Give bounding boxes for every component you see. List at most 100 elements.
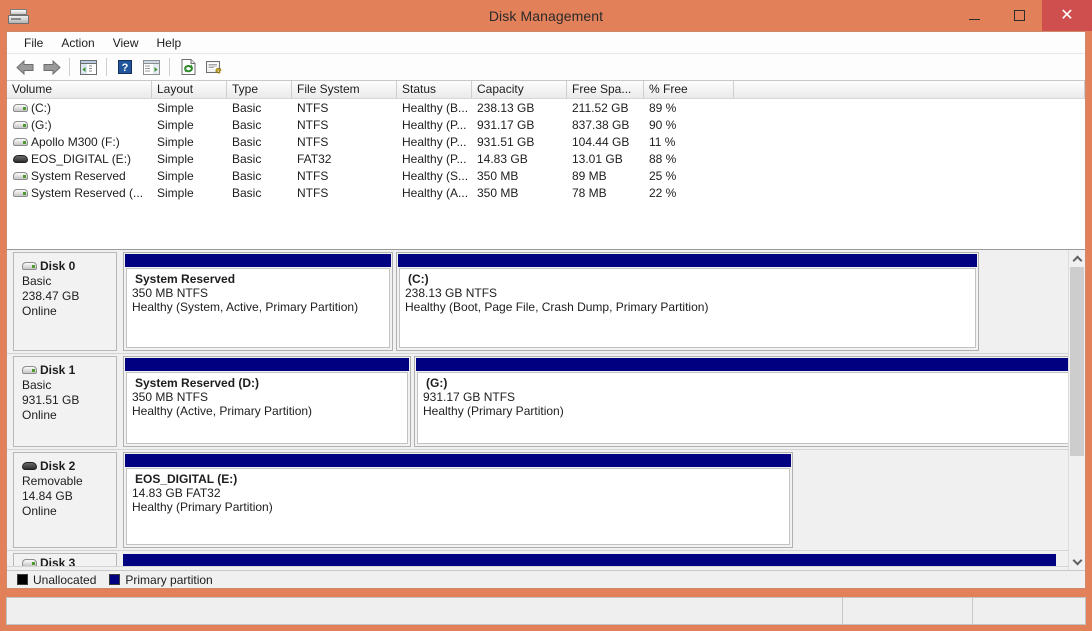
drive-icon <box>13 120 28 130</box>
partition-status: Healthy (Active, Primary Partition) <box>132 404 313 418</box>
disk-state: Online <box>22 504 57 518</box>
toolbar-separator <box>106 58 107 76</box>
disk-row[interactable]: Disk 3 <box>7 551 1068 567</box>
cell-volume: (G:) <box>7 118 152 132</box>
scrollbar-thumb[interactable] <box>1070 267 1084 456</box>
column-header-status[interactable]: Status <box>397 81 472 98</box>
disk-title: Disk 3 <box>22 556 116 566</box>
title-bar: Disk Management ✕ <box>0 0 1092 31</box>
scroll-up-button[interactable] <box>1069 250 1085 267</box>
column-header-capacity[interactable]: Capacity <box>472 81 567 98</box>
volume-list-rows: (C:) Simple Basic NTFS Healthy (B... 238.13 G… <box>7 99 1085 249</box>
legend-swatch-primary-partition <box>109 574 121 585</box>
maximize-button[interactable] <box>997 0 1042 31</box>
cell-layout: Simple <box>157 117 194 132</box>
table-row[interactable]: EOS_DIGITAL (E:) Simple Basic FAT32 Healthy … <box>7 150 1085 167</box>
partition-color-bar <box>125 454 791 467</box>
svg-text:?: ? <box>122 62 129 74</box>
table-row[interactable]: (G:) Simple Basic NTFS Healthy (P... 931.17 G… <box>7 116 1085 133</box>
menu-file[interactable]: File <box>15 34 52 52</box>
minimize-button[interactable] <box>952 0 997 31</box>
rescan-disks-button[interactable] <box>202 56 226 79</box>
cell-free-space: 837.38 GB <box>572 117 630 132</box>
disk-kind: Basic <box>22 274 52 288</box>
column-header-volume[interactable]: Volume <box>7 81 152 98</box>
disk-info-panel[interactable]: Disk 2 Removable 14.84 GB Online <box>13 452 117 548</box>
partition-size: 931.17 GB NTFS <box>423 390 516 404</box>
disk-row[interactable]: Disk 2 Removable 14.84 GB Online EOS_DIGITAL… <box>7 450 1068 551</box>
partition-status: Healthy (Boot, Page File, Crash Dump, Pr… <box>405 300 709 314</box>
partition-block[interactable]: System Reserved (D:) 350 MB NTFS Healthy (… <box>123 356 411 447</box>
cell-capacity: 350 MB <box>477 168 519 183</box>
column-header-percent-free[interactable]: % Free <box>644 81 734 98</box>
disk-title: Disk 2 <box>22 459 116 473</box>
partition-block[interactable]: EOS_DIGITAL (E:) 14.83 GB FAT32 Healthy (P… <box>123 452 793 548</box>
disk-state: Online <box>22 304 57 318</box>
partition-size: 238.13 GB NTFS <box>405 286 498 300</box>
disk-info-panel[interactable]: Disk 0 Basic 238.47 GB Online <box>13 252 117 351</box>
menu-help[interactable]: Help <box>148 34 191 52</box>
disk-icon <box>22 365 37 375</box>
disk-view-scrollbar[interactable] <box>1068 250 1085 570</box>
back-button[interactable] <box>13 56 37 79</box>
partition-block[interactable] <box>123 553 1059 566</box>
toolbar-separator <box>69 58 70 76</box>
partition-details: System Reserved (D:) 350 MB NTFS Healthy (… <box>126 372 408 444</box>
disk-name: Disk 0 <box>40 259 76 273</box>
disk-info-panel[interactable]: Disk 3 <box>13 553 117 566</box>
show-hide-action-pane-icon <box>142 59 160 75</box>
disk-row[interactable]: Disk 0 Basic 238.47 GB Online System Reserve… <box>7 250 1068 354</box>
table-row[interactable]: System Reserved Simple Basic NTFS Healthy (S… <box>7 167 1085 184</box>
chevron-down-icon <box>1072 555 1082 565</box>
menu-bar: File Action View Help <box>7 32 1085 54</box>
table-row[interactable]: (C:) Simple Basic NTFS Healthy (B... 238.13 G… <box>7 99 1085 116</box>
cell-type: Basic <box>232 151 262 166</box>
cell-file-system: FAT32 <box>297 151 332 166</box>
scroll-down-button[interactable] <box>1069 553 1085 570</box>
disk-size: 14.84 GB <box>22 489 73 503</box>
partition-color-bar <box>125 358 409 371</box>
partition-label: (C:) <box>408 272 429 286</box>
show-hide-console-tree-button[interactable] <box>76 56 100 79</box>
column-header-free-space[interactable]: Free Spa... <box>567 81 644 98</box>
column-header-layout[interactable]: Layout <box>152 81 227 98</box>
table-row[interactable]: Apollo M300 (F:) Simple Basic NTFS Healthy (… <box>7 133 1085 150</box>
menu-view[interactable]: View <box>104 34 148 52</box>
cell-type: Basic <box>232 185 262 200</box>
cell-percent-free: 88 % <box>649 151 677 166</box>
partition-strip: System Reserved 350 MB NTFS Healthy (Syste… <box>123 252 1062 351</box>
partition-block[interactable]: (C:) 238.13 GB NTFS Healthy (Boot, Page Fi… <box>396 252 979 351</box>
column-header-type[interactable]: Type <box>227 81 292 98</box>
menu-action[interactable]: Action <box>52 34 103 52</box>
partition-size: 350 MB NTFS <box>132 286 209 300</box>
partition-strip: System Reserved (D:) 350 MB NTFS Healthy (… <box>123 356 1068 447</box>
forward-button[interactable] <box>39 56 63 79</box>
cell-file-system: NTFS <box>297 168 329 183</box>
close-button[interactable]: ✕ <box>1042 0 1092 31</box>
partition-empty-space <box>982 252 1062 351</box>
partition-details: (C:) 238.13 GB NTFS Healthy (Boot, Page Fi… <box>399 268 976 348</box>
help-button[interactable]: ? <box>113 56 137 79</box>
table-row[interactable]: System Reserved (... Simple Basic NTFS Healt… <box>7 184 1085 201</box>
partition-block[interactable]: (G:) 931.17 GB NTFS Healthy (Primary Parti… <box>414 356 1068 447</box>
refresh-button[interactable] <box>176 56 200 79</box>
partition-color-bar <box>416 358 1068 371</box>
partition-block[interactable]: System Reserved 350 MB NTFS Healthy (Syste… <box>123 252 393 351</box>
disk-row[interactable]: Disk 1 Basic 931.51 GB Online System Reserve… <box>7 354 1068 450</box>
refresh-icon <box>181 59 195 75</box>
cell-free-space: 104.44 GB <box>572 134 630 149</box>
show-hide-action-pane-button[interactable] <box>139 56 163 79</box>
help-icon: ? <box>118 60 132 74</box>
column-header-file-system[interactable]: File System <box>292 81 397 98</box>
cell-percent-free: 90 % <box>649 117 677 132</box>
disk-name: Disk 1 <box>40 363 76 377</box>
cell-capacity: 931.17 GB <box>477 117 535 132</box>
partition-label: System Reserved (D:) <box>135 376 260 390</box>
cell-percent-free: 89 % <box>649 100 677 115</box>
disk-info-panel[interactable]: Disk 1 Basic 931.51 GB Online <box>13 356 117 447</box>
cell-free-space: 211.52 GB <box>572 100 629 115</box>
status-pane-main <box>7 598 843 624</box>
scrollbar-track[interactable] <box>1069 267 1085 553</box>
legend-label-unallocated: Unallocated <box>33 572 97 587</box>
cell-status: Healthy (S... <box>402 168 469 183</box>
